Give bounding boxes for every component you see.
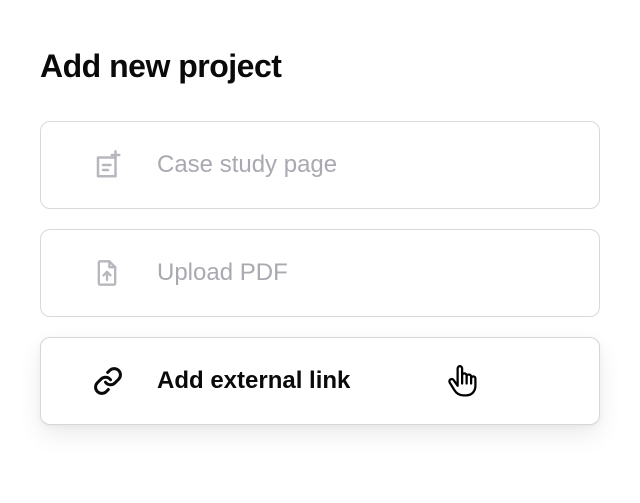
option-upload-pdf[interactable]: Upload PDF: [40, 229, 600, 317]
option-external-link[interactable]: Add external link: [40, 337, 600, 425]
page-plus-icon: [93, 150, 129, 180]
option-label: Add external link: [157, 367, 350, 395]
page-title: Add new project: [40, 48, 600, 85]
option-case-study[interactable]: Case study page: [40, 121, 600, 209]
options-list: Case study page Upload PDF Add external …: [40, 121, 600, 425]
pointer-cursor-icon: [443, 362, 479, 403]
link-icon: [93, 366, 129, 396]
option-label: Upload PDF: [157, 259, 288, 287]
option-label: Case study page: [157, 151, 337, 179]
file-upload-icon: [93, 259, 129, 287]
